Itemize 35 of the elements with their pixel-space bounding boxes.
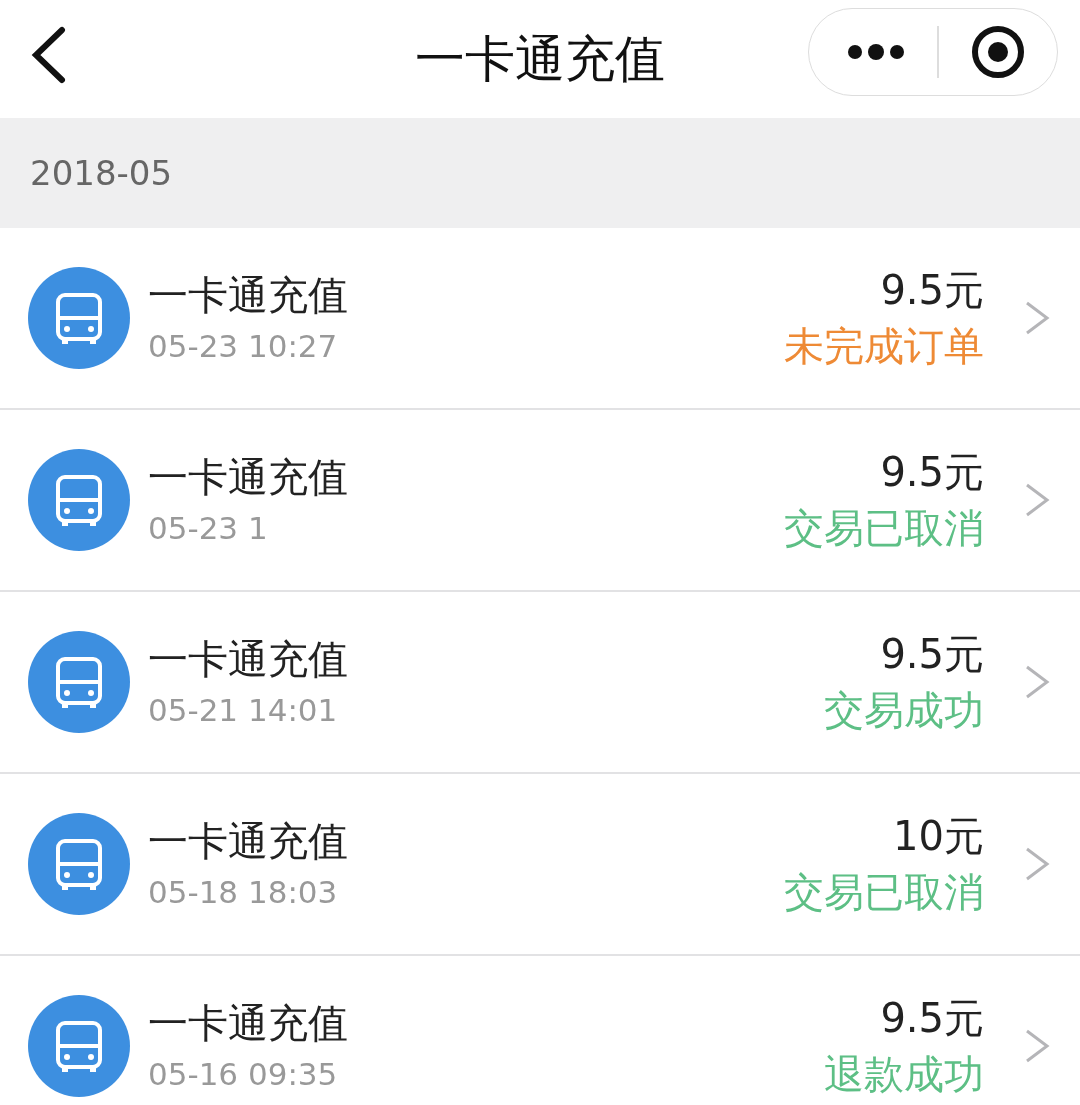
record-title: 一卡通充值	[148, 638, 348, 679]
amount: 9.5元	[880, 452, 984, 492]
month-label: 2018-05	[30, 151, 173, 195]
bus-icon	[28, 267, 130, 369]
amount: 9.5元	[880, 634, 984, 674]
more-icon[interactable]	[847, 44, 905, 60]
amount: 10元	[893, 816, 984, 856]
page-title: 一卡通充值	[415, 34, 665, 84]
close-icon[interactable]	[971, 25, 1025, 79]
record-time: 05-21 14:01	[148, 694, 339, 726]
record-time: 05-23 10:27	[148, 330, 339, 362]
status-text: 未完成订单	[784, 326, 984, 366]
bus-icon	[28, 995, 130, 1097]
chevron-icon	[1024, 664, 1050, 700]
record-time: 05-16 09:35	[148, 1058, 339, 1090]
back-icon[interactable]	[30, 26, 66, 84]
status-text: 退款成功	[824, 1054, 984, 1094]
bus-icon	[28, 631, 130, 733]
bus-icon	[28, 449, 130, 551]
chevron-icon	[1024, 846, 1050, 882]
bus-icon	[28, 813, 130, 915]
record-title: 一卡通充值	[148, 820, 348, 861]
chevron-icon	[1024, 1028, 1050, 1064]
amount: 9.5元	[880, 270, 984, 310]
status-text: 交易成功	[824, 690, 984, 730]
record-title: 一卡通充值	[148, 456, 348, 497]
status-text: 交易已取消	[784, 872, 984, 912]
amount: 9.5元	[880, 998, 984, 1038]
chevron-icon	[1024, 300, 1050, 336]
record-time: 05-18 18:03	[148, 876, 339, 908]
record-time: 05-23 1	[148, 512, 269, 544]
chevron-icon	[1024, 482, 1050, 518]
status-text: 交易已取消	[784, 508, 984, 548]
record-title: 一卡通充值	[148, 1002, 348, 1043]
record-title: 一卡通充值	[148, 274, 348, 315]
